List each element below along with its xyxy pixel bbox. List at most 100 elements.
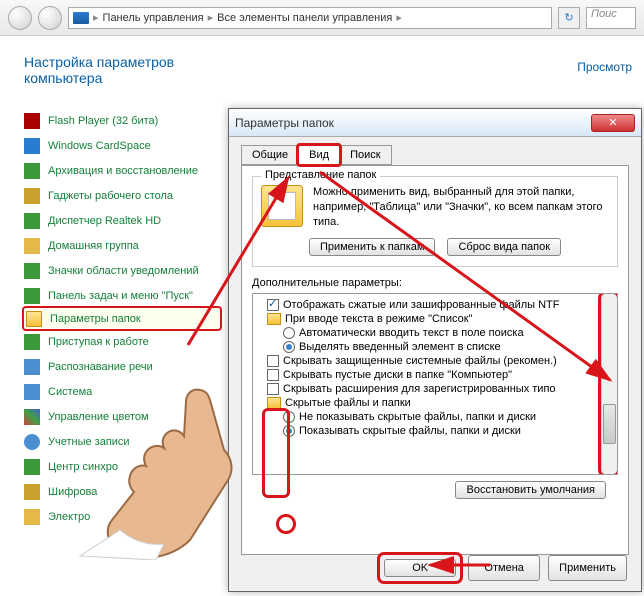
page-title: Настройка параметров компьютера bbox=[24, 54, 220, 86]
restore-defaults-button[interactable]: Восстановить умолчания bbox=[455, 481, 606, 499]
checkbox[interactable] bbox=[267, 299, 279, 311]
tab-search[interactable]: Поиск bbox=[339, 145, 391, 165]
tree-label: Автоматически вводить текст в поле поиск… bbox=[299, 327, 524, 339]
cp-item-label: Панель задач и меню "Пуск" bbox=[48, 290, 193, 302]
close-button[interactable]: ✕ bbox=[591, 114, 635, 132]
breadcrumb-item[interactable]: Панель управления bbox=[103, 12, 204, 24]
backup-icon bbox=[24, 163, 40, 179]
cp-item-label: Значки области уведомлений bbox=[48, 265, 199, 277]
tree-row: Скрывать защищенные системные файлы (рек… bbox=[255, 354, 615, 368]
cp-item-label: Архивация и восстановление bbox=[48, 165, 198, 177]
cp-item-folder-options[interactable]: Параметры папок bbox=[22, 306, 222, 331]
cp-item-label: Гаджеты рабочего стола bbox=[48, 190, 173, 202]
cp-item-label: Система bbox=[48, 386, 92, 398]
annotation-highlight: OK bbox=[380, 555, 460, 581]
ok-button[interactable]: OK bbox=[384, 559, 456, 577]
advanced-settings-tree[interactable]: Отображать сжатые или зашифрованные файл… bbox=[252, 293, 618, 475]
lock-icon bbox=[24, 484, 40, 500]
tree-label: При вводе текста в режиме "Список" bbox=[285, 313, 472, 325]
tab-view[interactable]: Вид bbox=[298, 145, 340, 165]
tree-label: Показывать скрытые файлы, папки и диски bbox=[299, 425, 521, 437]
homegroup-icon bbox=[24, 238, 40, 254]
cancel-button[interactable]: Отмена bbox=[468, 555, 540, 581]
checkbox[interactable] bbox=[267, 383, 279, 395]
scrollbar-thumb[interactable] bbox=[603, 404, 616, 444]
search-input[interactable]: Поис bbox=[586, 7, 636, 29]
view-mode-label: Просмотр bbox=[577, 60, 632, 74]
tree-label: Скрытые файлы и папки bbox=[285, 397, 411, 409]
control-panel-icon bbox=[73, 12, 89, 24]
dialog-tabs: Общие Вид Поиск bbox=[241, 145, 641, 165]
folder-view-group: Представление папок Можно применить вид,… bbox=[252, 176, 618, 267]
folder-options-dialog: Параметры папок ✕ Общие Вид Поиск Предст… bbox=[228, 108, 642, 592]
folder-view-desc: Можно применить вид, выбранный для этой … bbox=[313, 185, 609, 230]
tree-label: Скрывать расширения для зарегистрированн… bbox=[283, 383, 556, 395]
cp-item-system[interactable]: Система bbox=[24, 379, 220, 404]
cp-item-label: Диспетчер Realtek HD bbox=[48, 215, 161, 227]
start-icon bbox=[24, 334, 40, 350]
folder-icon bbox=[267, 313, 281, 325]
refresh-button[interactable]: ↻ bbox=[558, 7, 580, 29]
chevron-right-icon: ▸ bbox=[396, 11, 402, 24]
folder-icon bbox=[26, 311, 42, 327]
cp-item-backup[interactable]: Архивация и восстановление bbox=[24, 158, 220, 183]
folder-view-icon bbox=[261, 185, 303, 227]
radio[interactable] bbox=[283, 327, 295, 339]
tree-label: Скрывать пустые диски в папке "Компьютер… bbox=[283, 369, 512, 381]
cp-item-label: Управление цветом bbox=[48, 411, 149, 423]
tree-row: Скрытые файлы и папки bbox=[255, 396, 615, 410]
cp-item-color[interactable]: Управление цветом bbox=[24, 404, 220, 429]
chevron-right-icon: ▸ bbox=[208, 11, 214, 24]
explorer-toolbar: ▸ Панель управления ▸ Все элементы панел… bbox=[0, 0, 644, 36]
nav-forward-button[interactable] bbox=[38, 6, 62, 30]
system-icon bbox=[24, 384, 40, 400]
radio[interactable] bbox=[283, 341, 295, 353]
apply-to-folders-button[interactable]: Применить к папкам bbox=[309, 238, 436, 256]
tree-scrollbar[interactable] bbox=[601, 294, 617, 474]
cp-item-gadgets[interactable]: Гаджеты рабочего стола bbox=[24, 183, 220, 208]
tab-panel-view: Представление папок Можно применить вид,… bbox=[241, 165, 629, 555]
tree-row: Выделять введенный элемент в списке bbox=[255, 340, 615, 354]
address-bar[interactable]: ▸ Панель управления ▸ Все элементы панел… bbox=[68, 7, 552, 29]
cp-item-power[interactable]: Электро bbox=[24, 504, 220, 529]
radio[interactable] bbox=[283, 411, 295, 423]
cp-item-label: Распознавание речи bbox=[48, 361, 153, 373]
gadget-icon bbox=[24, 188, 40, 204]
power-icon bbox=[24, 509, 40, 525]
sync-icon bbox=[24, 459, 40, 475]
cp-item-tray[interactable]: Значки области уведомлений bbox=[24, 258, 220, 283]
taskbar-icon bbox=[24, 288, 40, 304]
cp-item-bitlocker[interactable]: Шифрова bbox=[24, 479, 220, 504]
cp-item-homegroup[interactable]: Домашняя группа bbox=[24, 233, 220, 258]
tab-general[interactable]: Общие bbox=[241, 145, 299, 165]
cp-item-realtek[interactable]: Диспетчер Realtek HD bbox=[24, 208, 220, 233]
cp-item-users[interactable]: Учетные записи bbox=[24, 429, 220, 454]
cp-item-label: Приступая к работе bbox=[48, 336, 149, 348]
radio[interactable] bbox=[283, 425, 295, 437]
dialog-titlebar[interactable]: Параметры папок ✕ bbox=[229, 109, 641, 137]
tree-row: При вводе текста в режиме "Список" bbox=[255, 312, 615, 326]
control-panel-list: Настройка параметров компьютера Flash Pl… bbox=[0, 36, 228, 596]
color-icon bbox=[24, 409, 40, 425]
cp-item-cardspace[interactable]: Windows CardSpace bbox=[24, 133, 220, 158]
flash-icon bbox=[24, 113, 40, 129]
tree-label: Отображать сжатые или зашифрованные файл… bbox=[283, 299, 559, 311]
cp-item-sync[interactable]: Центр синхро bbox=[24, 454, 220, 479]
tray-icon bbox=[24, 263, 40, 279]
checkbox[interactable] bbox=[267, 369, 279, 381]
cp-item-label: Windows CardSpace bbox=[48, 140, 151, 152]
cp-item-taskbar[interactable]: Панель задач и меню "Пуск" bbox=[24, 283, 220, 308]
cp-item-label: Шифрова bbox=[48, 486, 97, 498]
apply-button[interactable]: Применить bbox=[548, 555, 627, 581]
cp-item-label: Электро bbox=[48, 511, 90, 523]
cp-item-speech[interactable]: Распознавание речи bbox=[24, 354, 220, 379]
tree-row: Скрывать расширения для зарегистрированн… bbox=[255, 382, 615, 396]
cp-item-flash[interactable]: Flash Player (32 бита) bbox=[24, 108, 220, 133]
nav-back-button[interactable] bbox=[8, 6, 32, 30]
cp-item-label: Параметры папок bbox=[50, 313, 141, 325]
breadcrumb-item[interactable]: Все элементы панели управления bbox=[217, 12, 392, 24]
checkbox[interactable] bbox=[267, 355, 279, 367]
chevron-right-icon: ▸ bbox=[93, 11, 99, 24]
cp-item-getting-started[interactable]: Приступая к работе bbox=[24, 329, 220, 354]
reset-folders-button[interactable]: Сброс вида папок bbox=[447, 238, 561, 256]
